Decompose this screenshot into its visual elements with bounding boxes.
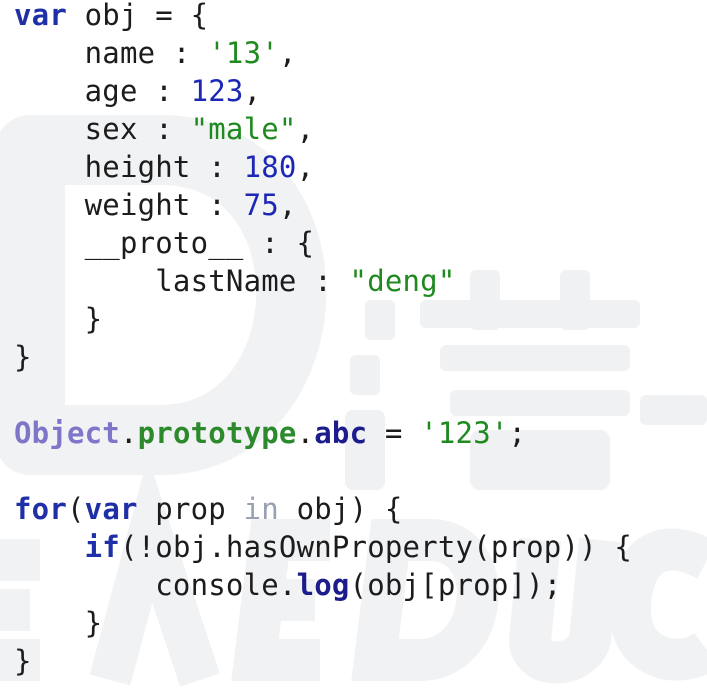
code-line-16: console.log(obj[prop]); [14,566,561,604]
code-text: (obj[prop]); [349,568,562,602]
code-line-5: height : 180, [14,148,314,186]
code-editor[interactable]: var obj = { name : '13', age : 123, sex … [14,0,704,690]
code-text: prop [137,492,244,526]
code-line-8: lastName : "deng" [14,262,456,300]
code-line-7: __proto__ : { [14,224,314,262]
punctuation: , [243,74,262,108]
punctuation: , [278,36,297,70]
keyword-var: var [84,492,138,526]
property-key: lastName : [14,264,350,298]
closing-brace: } [14,340,32,374]
punctuation: , [296,150,315,184]
closing-brace: } [14,606,103,640]
string-literal: "male" [190,112,297,146]
string-literal: '123' [420,416,509,450]
punctuation: . [119,416,138,450]
closing-brace: } [14,644,32,678]
code-line-14: for(var prop in obj) { [14,490,403,528]
property-key: age : [14,74,191,108]
number-literal: 123 [190,74,244,108]
code-text: console. [14,568,297,602]
property-key: name : [14,36,209,70]
closing-brace: } [14,302,103,336]
keyword-in: in [243,492,279,526]
property-key: __proto__ : { [14,226,315,260]
code-text: obj) { [278,492,403,526]
code-line-9: } [14,300,102,338]
punctuation: , [296,112,315,146]
code-line-6: weight : 75, [14,186,297,224]
code-line-1: var obj = { [14,0,208,34]
punctuation: , [278,188,297,222]
code-line-17: } [14,604,102,642]
string-literal: "deng" [349,264,456,298]
keyword-for: for [14,492,67,526]
code-line-2: name : '13', [14,34,297,72]
number-literal: 75 [243,188,279,222]
keyword-if: if [84,530,120,564]
code-line-4: sex : "male", [14,110,314,148]
property-key: height : [14,150,244,184]
operator: = [367,416,421,450]
code-line-18: } [14,642,32,680]
number-literal: 180 [243,150,297,184]
property-name: prototype [137,416,297,450]
punctuation: ( [66,492,85,526]
property-key: weight : [14,188,244,222]
code-text: obj = { [66,0,209,32]
keyword-var: var [14,0,67,32]
property-name: abc [314,416,368,450]
string-literal: '13' [208,36,279,70]
property-key: sex : [14,112,191,146]
code-line-12: Object.prototype.abc = '123'; [14,414,526,452]
method-name: log [296,568,350,602]
punctuation: . [296,416,315,450]
code-line-3: age : 123, [14,72,261,110]
code-line-15: if(!obj.hasOwnProperty(prop)) { [14,528,632,566]
punctuation: ; [508,416,527,450]
code-text: (!obj.hasOwnProperty(prop)) { [119,530,633,564]
code-line-10: } [14,338,32,376]
class-name: Object [14,416,120,450]
